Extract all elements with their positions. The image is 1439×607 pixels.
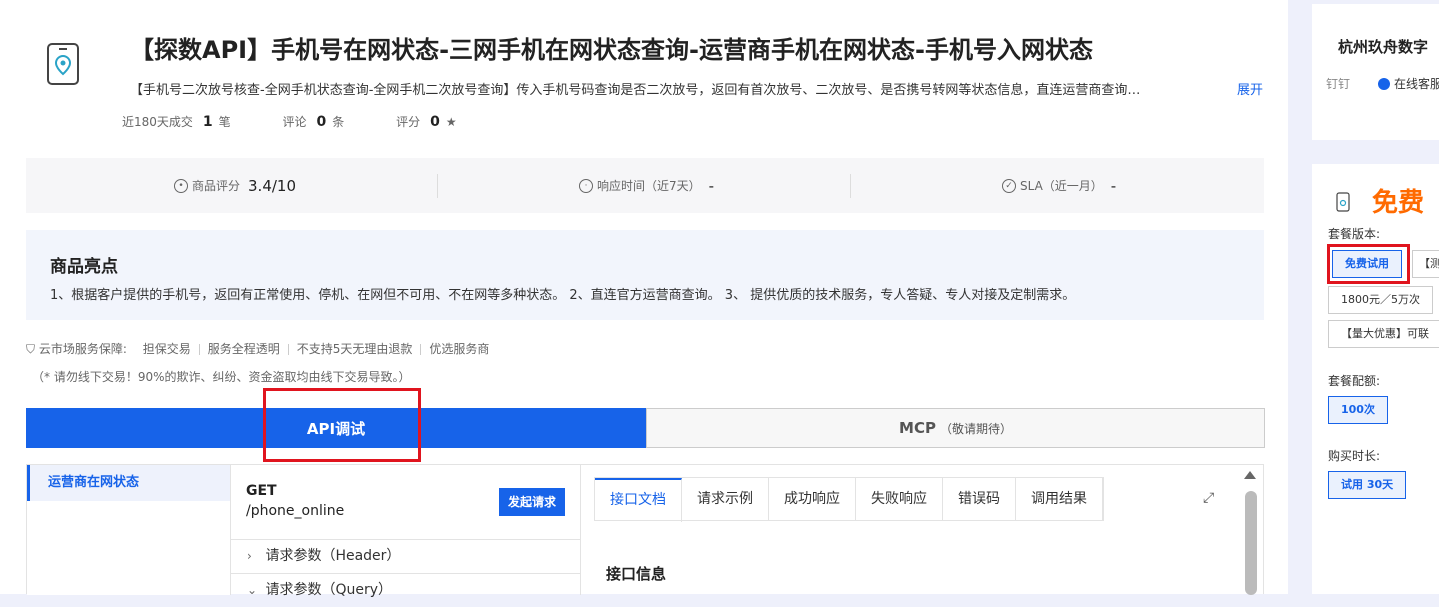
request-panel: GET /phone_online 发起请求 › 请求参数（Header） ⌄ … — [231, 465, 581, 598]
shield-icon: ⛉ — [26, 342, 36, 356]
doc-tabs: 接口文档 请求示例 成功响应 失败响应 错误码 调用结果 — [594, 477, 1104, 522]
price: 免费 — [1372, 188, 1425, 218]
divider — [437, 174, 438, 198]
version-option[interactable]: 1800元／5万次 — [1328, 286, 1433, 314]
online-service-label: 在线客服 — [1394, 77, 1439, 91]
rating-label: 评分 — [396, 115, 421, 129]
rating-icon: • — [174, 178, 188, 193]
request-path: /phone_online — [246, 503, 345, 519]
rating-value: 0 — [430, 114, 440, 130]
mcp-label: MCP — [899, 419, 936, 437]
deals-unit: 笔 — [218, 115, 231, 129]
chevron-right-icon: › — [247, 549, 252, 563]
deals-value: 1 — [202, 114, 213, 130]
offline-trade-warning: （* 请勿线下交易！90%的欺诈、纠纷、资金盗取均由线下交易导致。） — [32, 370, 411, 384]
phone-location-icon — [1336, 192, 1350, 212]
guarantee-item: 服务全程透明 — [198, 343, 288, 355]
product-title: 【探数API】手机号在网状态-三网手机在网状态查询-运营商手机在网状态-手机号入… — [130, 36, 1093, 64]
reviews-unit: 条 — [332, 115, 345, 129]
request-method: GET — [246, 483, 277, 499]
metric-response-time: · 响应时间（近7天） - — [579, 158, 714, 213]
seller-company: 杭州玖舟数字 — [1338, 38, 1429, 56]
metrics-bar: • 商品评分 3.4/10 · 响应时间（近7天） - ✓ SLA（近一月） - — [26, 158, 1264, 213]
phone-location-icon — [47, 43, 79, 85]
send-request-button[interactable]: 发起请求 — [499, 488, 565, 516]
dingtalk-label: 钉钉 — [1326, 77, 1351, 91]
version-label: 套餐版本: — [1328, 227, 1381, 241]
scroll-up-arrow[interactable] — [1244, 471, 1256, 479]
tab-api-doc[interactable]: 接口文档 — [595, 478, 682, 522]
duration-label: 购买时长: — [1328, 449, 1381, 463]
scrollbar-thumb[interactable] — [1245, 491, 1257, 595]
chat-icon — [1378, 78, 1390, 90]
seller-card: 杭州玖舟数字 钉钉 在线客服 — [1312, 4, 1439, 140]
version-option[interactable]: 【量大优惠】可联 — [1328, 320, 1439, 348]
metric-value: - — [708, 176, 715, 195]
product-stats: 近180天成交 1 笔 评论 0 条 评分 0 ★ — [122, 113, 461, 130]
reviews-value: 0 — [316, 114, 327, 130]
metric-sla: ✓ SLA（近一月） - — [1002, 158, 1116, 213]
tab-mcp[interactable]: MCP （敬请期待） — [646, 408, 1265, 448]
highlight-box — [1327, 244, 1410, 284]
tab-success-response[interactable]: 成功响应 — [769, 478, 856, 520]
expand-link[interactable]: 展开 — [1237, 79, 1263, 98]
tab-call-result[interactable]: 调用结果 — [1016, 478, 1103, 520]
quota-label: 套餐配额: — [1328, 374, 1381, 388]
params-query-label: 请求参数（Query） — [265, 582, 392, 598]
metric-value: 3.4/10 — [248, 176, 297, 195]
doc-heading: 接口信息 — [606, 565, 667, 583]
product-description: 【手机号二次放号核查-全网手机状态查询-全网手机二次放号查询】传入手机号码查询是… — [130, 83, 1141, 98]
params-header-row[interactable]: › 请求参数（Header） — [231, 539, 580, 572]
metric-label: 响应时间（近7天） — [597, 179, 701, 193]
params-query-row[interactable]: ⌄ 请求参数（Query） — [231, 573, 580, 606]
duration-option[interactable]: 试用 30天 — [1328, 471, 1407, 499]
version-option[interactable]: 【测 — [1412, 250, 1439, 278]
product-highlights: 商品亮点 1、根据客户提供的手机号，返回有正常使用、停机、在网但不可用、不在网等… — [26, 230, 1264, 320]
guarantee-item: 优选服务商 — [420, 343, 497, 355]
doc-panel: 接口文档 请求示例 成功响应 失败响应 错误码 调用结果 ⤢ 接口信息 — [594, 475, 1224, 595]
api-list-item[interactable]: 运营商在网状态 — [27, 465, 230, 501]
divider — [850, 174, 851, 198]
deals-label: 近180天成交 — [122, 115, 193, 129]
api-list: 运营商在网状态 — [27, 465, 231, 595]
fullscreen-icon[interactable]: ⤢ — [1203, 490, 1214, 506]
metric-label: 商品评分 — [192, 179, 241, 193]
quota-option[interactable]: 100次 — [1328, 396, 1388, 424]
guarantee-item: 不支持5天无理由退款 — [287, 343, 421, 355]
metric-value: - — [1110, 176, 1117, 195]
tab-error-codes[interactable]: 错误码 — [943, 478, 1016, 520]
clock-icon: · — [579, 178, 593, 193]
product-detail-panel: 【探数API】手机号在网状态-三网手机在网状态查询-运营商手机在网状态-手机号入… — [0, 0, 1288, 598]
chevron-down-icon: ⌄ — [247, 583, 258, 597]
api-debug-panel: 运营商在网状态 GET /phone_online 发起请求 › 请求参数（He… — [26, 464, 1264, 598]
purchase-card: 免费 套餐版本: 免费试用 【测 1800元／5万次 【量大优惠】可联 套餐配额… — [1312, 164, 1439, 594]
metric-label: SLA（近一月） — [1020, 179, 1103, 193]
service-guarantee: ⛉ 云市场服务保障: 担保交易 服务全程透明 不支持5天无理由退款 优选服务商 — [26, 340, 497, 357]
highlight-box — [263, 388, 421, 462]
tab-failure-response[interactable]: 失败响应 — [856, 478, 943, 520]
highlights-title: 商品亮点 — [50, 257, 118, 277]
check-circle-icon: ✓ — [1002, 178, 1016, 193]
reviews-label: 评论 — [282, 115, 307, 129]
highlights-text: 1、根据客户提供的手机号，返回有正常使用、停机、在网但不可用、不在网等多种状态。… — [50, 288, 1076, 303]
mcp-note: （敬请期待） — [939, 421, 1012, 436]
guarantee-item: 担保交易 — [142, 342, 191, 356]
tab-request-example[interactable]: 请求示例 — [682, 478, 769, 520]
params-header-label: 请求参数（Header） — [265, 548, 401, 564]
guarantee-label: 云市场服务保障: — [38, 342, 127, 356]
rating-star: ★ — [445, 115, 457, 129]
metric-rating: • 商品评分 3.4/10 — [174, 158, 296, 213]
online-service-link[interactable]: 在线客服 — [1378, 75, 1439, 92]
